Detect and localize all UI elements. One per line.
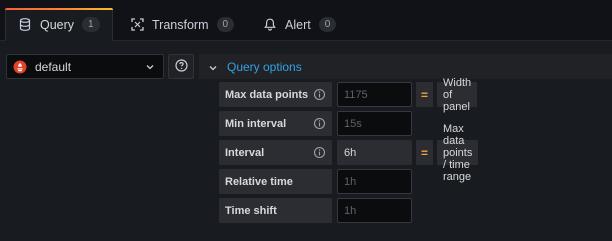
query-options-title: Query options <box>227 59 302 74</box>
time-shift-input[interactable]: 1h <box>337 198 412 223</box>
query-options-toggle[interactable]: Query options <box>199 54 612 79</box>
datasource-logo-icon <box>13 60 27 74</box>
datasource-picker[interactable]: default <box>6 54 164 79</box>
equals-sign: = <box>416 140 433 165</box>
tab-transform-count: 0 <box>216 17 235 32</box>
tab-transform-label: Transform <box>152 17 209 32</box>
min-interval-label: Min interval <box>219 111 332 136</box>
relative-time-input[interactable]: 1h <box>337 169 412 194</box>
bell-icon <box>263 18 277 32</box>
interval-label: Interval <box>219 140 332 165</box>
max-data-points-hint: Width of panel <box>437 77 478 113</box>
datasource-name: default <box>35 59 72 74</box>
tab-query-count: 1 <box>82 17 100 32</box>
tab-alert-count: 0 <box>318 17 337 32</box>
tab-query-label: Query <box>40 17 75 32</box>
min-interval-input[interactable]: 15s <box>337 111 412 136</box>
query-editor-body: default Query options Max data points 11… <box>0 41 612 241</box>
interval-hint: Max data points / time range <box>437 123 479 183</box>
min-interval-label-text: Min interval <box>225 117 287 130</box>
question-circle-icon <box>174 58 188 75</box>
time-shift-label-text: Time shift <box>225 204 277 217</box>
tab-query[interactable]: Query 1 <box>5 8 113 41</box>
chevron-down-icon <box>145 61 155 71</box>
info-circle-icon[interactable] <box>313 146 326 159</box>
info-circle-icon[interactable] <box>313 88 326 101</box>
query-editor-tabbar: Query 1 Transform 0 Alert 0 <box>0 0 612 41</box>
help-button[interactable] <box>168 54 194 79</box>
transform-icon <box>130 18 144 32</box>
max-data-points-input[interactable]: 1175 <box>337 82 412 107</box>
database-icon <box>18 18 32 32</box>
interval-label-text: Interval <box>225 146 265 159</box>
info-circle-icon[interactable] <box>313 117 326 130</box>
equals-sign: = <box>416 82 433 107</box>
relative-time-label-text: Relative time <box>225 175 293 188</box>
tab-alert-label: Alert <box>285 17 311 32</box>
chevron-down-icon <box>208 62 218 72</box>
tab-alert[interactable]: Alert 0 <box>251 8 348 41</box>
relative-time-label: Relative time <box>219 169 332 194</box>
time-shift-label: Time shift <box>219 198 332 223</box>
max-data-points-label: Max data points <box>219 82 332 107</box>
interval-value: 6h <box>337 140 412 165</box>
max-data-points-label-text: Max data points <box>225 88 309 101</box>
tab-transform[interactable]: Transform 0 <box>118 8 246 41</box>
